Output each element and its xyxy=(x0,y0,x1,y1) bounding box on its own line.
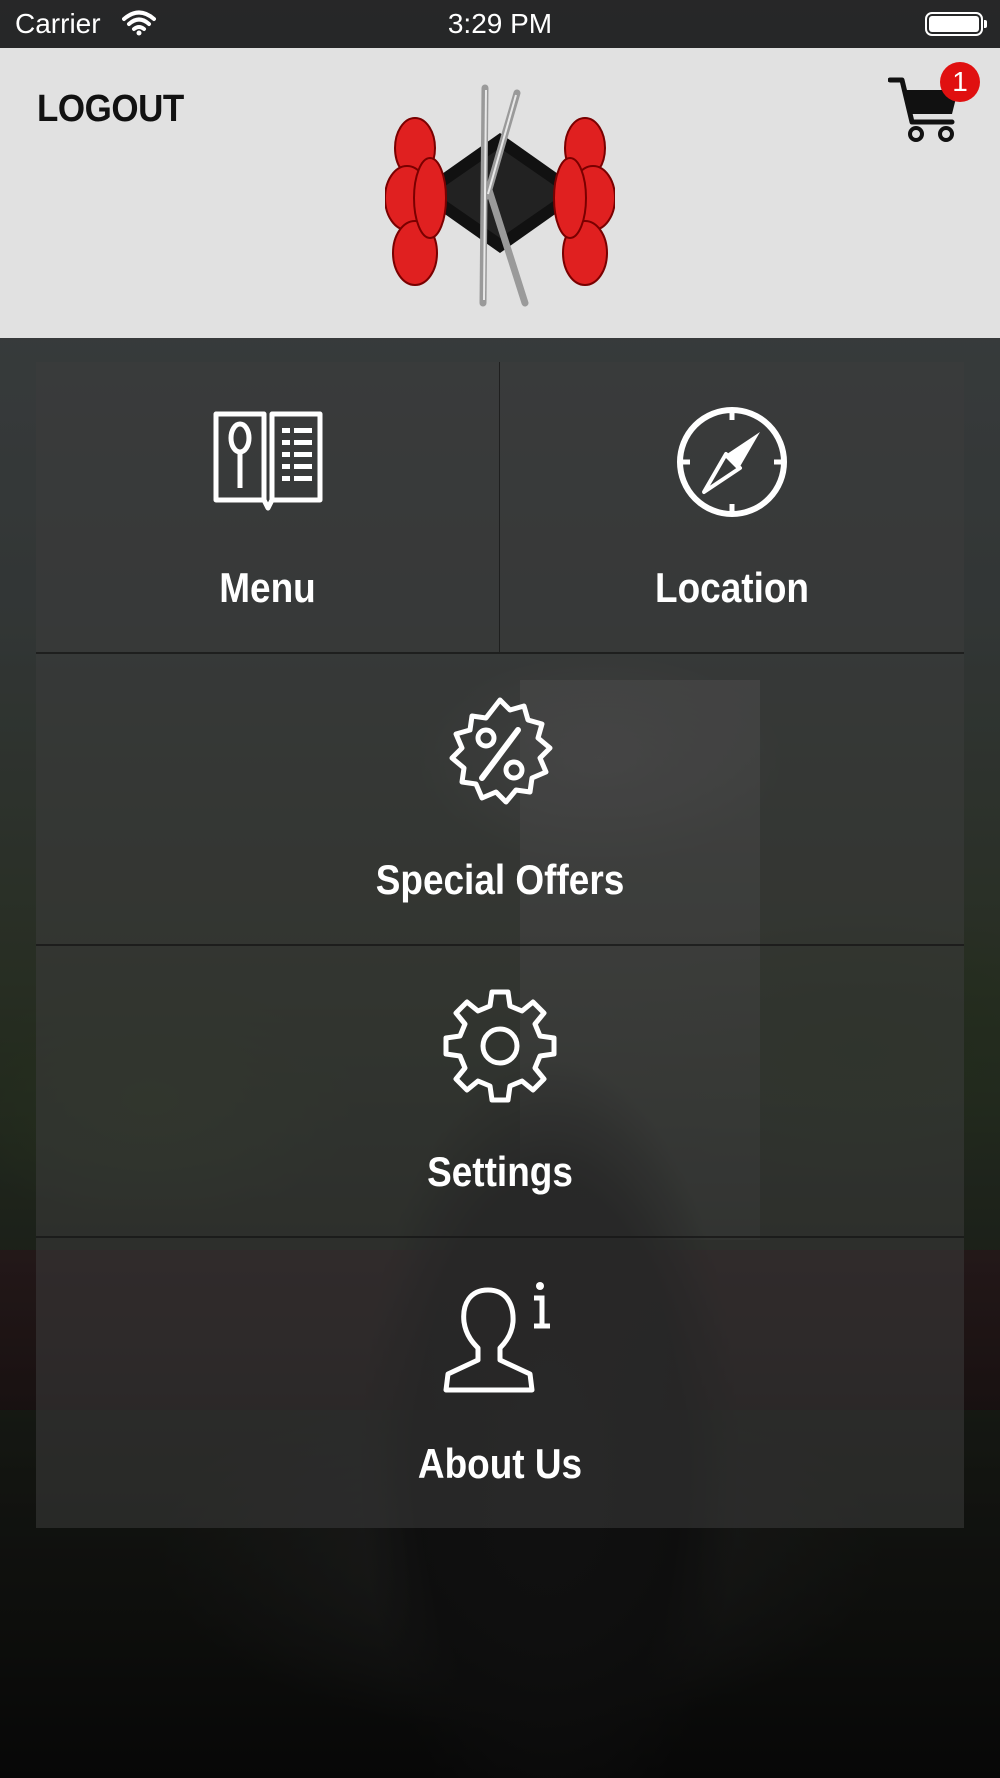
compass-icon xyxy=(677,407,787,517)
menu-tile[interactable]: Menu xyxy=(36,362,500,654)
restaurant-logo xyxy=(385,84,615,307)
menu-book-icon xyxy=(213,411,322,511)
location-label: Location xyxy=(655,564,809,611)
location-tile[interactable]: Location xyxy=(500,362,964,654)
settings-label: Settings xyxy=(427,1148,573,1195)
gear-icon xyxy=(443,989,557,1103)
main-navigation-grid: Menu Location Special Offers Settings Ab… xyxy=(36,362,964,1528)
person-info-icon xyxy=(443,1282,550,1393)
logout-button[interactable]: LOGOUT xyxy=(37,88,184,131)
settings-tile[interactable]: Settings xyxy=(36,946,964,1238)
status-bar: Carrier 3:29 PM xyxy=(0,0,1000,48)
battery-icon xyxy=(925,12,987,36)
percent-badge-icon xyxy=(449,697,553,805)
about-us-label: About Us xyxy=(417,1440,583,1487)
app-header: LOGOUT 1 xyxy=(0,48,1000,338)
cart-count-badge: 1 xyxy=(940,62,980,102)
special-offers-label: Special Offers xyxy=(375,856,625,903)
about-us-tile[interactable]: About Us xyxy=(36,1238,964,1528)
special-offers-tile[interactable]: Special Offers xyxy=(36,654,964,946)
clock: 3:29 PM xyxy=(447,8,553,39)
menu-label: Menu xyxy=(219,564,316,611)
